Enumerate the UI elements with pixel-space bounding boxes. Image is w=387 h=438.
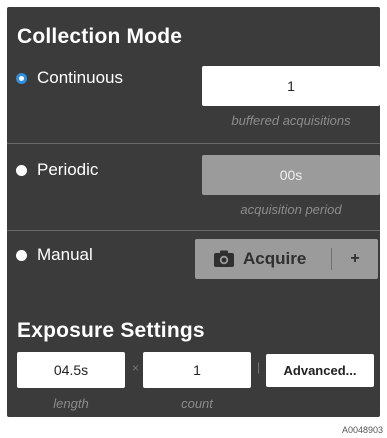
acquisition-period-input[interactable]: 00s [202,155,380,195]
advanced-button[interactable]: Advanced... [266,354,374,387]
manual-radio-option[interactable]: Manual [16,245,93,265]
exposure-settings-heading: Exposure Settings [17,319,205,342]
continuous-label: Continuous [37,68,124,87]
acquire-button[interactable]: Acquire [195,239,331,279]
buffered-acquisitions-caption: buffered acquisitions [231,113,351,128]
divider [7,143,380,144]
divider [7,230,380,231]
acquire-more-button[interactable]: + [332,250,378,268]
periodic-radio-option[interactable]: Periodic [16,160,98,180]
acquire-label: Acquire [243,249,307,268]
times-symbol: × [132,361,140,375]
continuous-radio-option[interactable]: Continuous [16,68,123,88]
camera-icon [213,250,235,268]
manual-radio[interactable] [16,249,27,261]
divider-symbol: | [257,360,261,374]
collection-mode-heading: Collection Mode [17,25,183,48]
periodic-label: Periodic [37,160,99,179]
count-caption: count [181,396,213,411]
length-caption: length [53,396,89,411]
manual-label: Manual [37,245,93,264]
periodic-radio[interactable] [16,164,27,176]
exposure-length-input[interactable]: 04.5s [17,352,125,388]
continuous-radio[interactable] [16,72,27,84]
acquisition-period-caption: acquisition period [240,202,342,217]
figure-code: A0048903 [341,425,383,435]
acquire-split-button[interactable]: Acquire + [195,239,378,279]
exposure-count-input[interactable]: 1 [143,352,251,388]
buffered-acquisitions-input[interactable]: 1 [202,66,380,106]
